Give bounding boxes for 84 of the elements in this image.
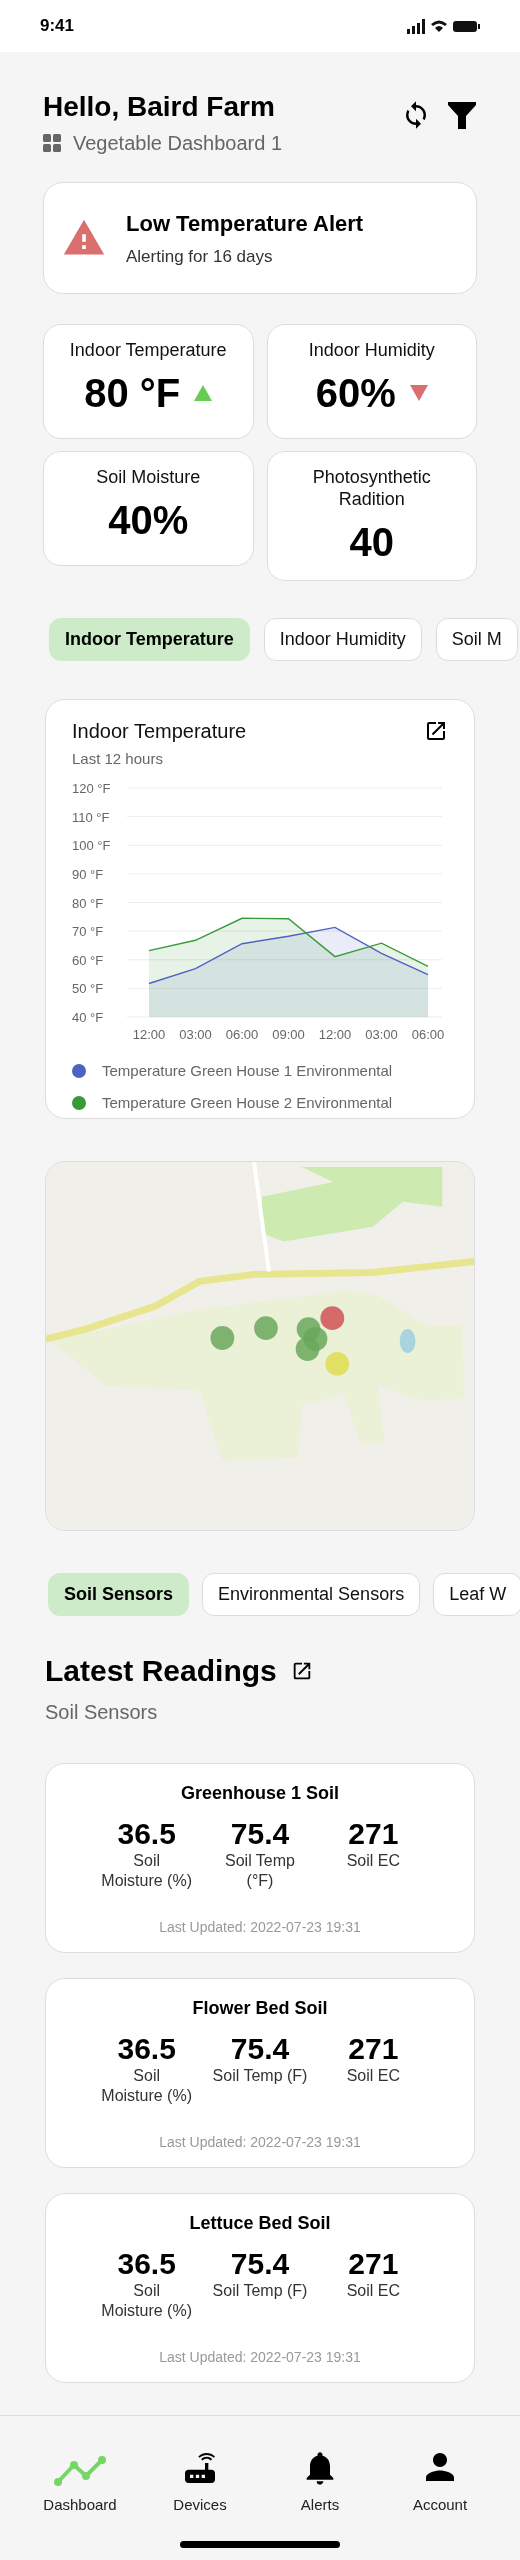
stat-label: Indoor Humidity bbox=[308, 339, 435, 361]
sensor-name: Flower Bed Soil bbox=[192, 1997, 328, 2020]
section-title: Latest Readings bbox=[45, 1653, 277, 1689]
stat-value: 40% bbox=[108, 498, 189, 542]
reading-label: Soil Moisture (%) bbox=[100, 1851, 193, 1891]
alert-card[interactable]: Low Temperature Alert Alerting for 16 days bbox=[43, 182, 477, 294]
axis-label: 12:00 bbox=[318, 1026, 352, 1042]
open-external-icon[interactable] bbox=[424, 719, 448, 743]
sensor-card[interactable]: Greenhouse 1 Soil 36.5 Soil Moisture (%) 75.4 Soil Temp (°F) 271 Soil EC Last Updated: 2022-07-23 19:31 bbox=[45, 1763, 475, 1953]
wifi-icon bbox=[431, 19, 447, 33]
reading-label: Soil EC bbox=[345, 2281, 401, 2301]
signal-icon bbox=[407, 18, 425, 34]
axis-label: 110 °F bbox=[72, 809, 110, 825]
dashboard-name: Vegetable Dashboard 1 bbox=[73, 131, 283, 156]
axis-label: 50 °F bbox=[72, 980, 104, 996]
reading-value: 271 bbox=[348, 2032, 399, 2066]
reading-label: Soil Temp (F) bbox=[212, 2281, 308, 2301]
stat-value: 40 bbox=[349, 520, 394, 564]
filter-button[interactable] bbox=[447, 100, 477, 130]
stat-value: 60% bbox=[315, 371, 396, 415]
axis-label: 06:00 bbox=[225, 1026, 259, 1042]
reading-label: Soil EC bbox=[345, 2066, 401, 2086]
stat-value: 80 °F bbox=[84, 371, 181, 415]
stat-card[interactable]: Photosynthetic Radition 40 bbox=[266, 451, 477, 581]
sensor-card[interactable]: Flower Bed Soil 36.5 Soil Moisture (%) 75.4 Soil Temp (F) 271 Soil EC Last Updated: 2022-07-23 19:31 bbox=[45, 1978, 475, 2168]
reading-value: 36.5 bbox=[117, 1817, 176, 1851]
nav-tab[interactable]: Devices bbox=[155, 2446, 245, 2517]
sensor-name: Greenhouse 1 Soil bbox=[180, 1782, 339, 1805]
legend-label: Temperature Green House 1 Environmental bbox=[102, 1060, 393, 1081]
alert-title: Low Temperature Alert bbox=[126, 209, 364, 238]
grid-icon bbox=[43, 134, 61, 152]
reading-label: Soil Moisture (%) bbox=[100, 2066, 193, 2106]
axis-label: 09:00 bbox=[272, 1026, 305, 1042]
filter-chip[interactable]: Environmental Sensors bbox=[202, 1573, 421, 1616]
reading-value: 36.5 bbox=[117, 2032, 176, 2066]
axis-label: 60 °F bbox=[72, 952, 104, 968]
stat-label: Photosynthetic Radition bbox=[311, 466, 432, 510]
axis-label: 03:00 bbox=[365, 1026, 398, 1042]
legend-label: Temperature Green House 2 Environmental bbox=[102, 1093, 393, 1113]
nav-tab[interactable]: Account bbox=[395, 2446, 485, 2517]
section-subtitle: Soil Sensors bbox=[45, 1700, 159, 1725]
stat-card[interactable]: Indoor Temperature 80 °F bbox=[43, 324, 254, 439]
filter-chip[interactable]: Soil M bbox=[435, 618, 518, 661]
alert-message: Alerting for 16 days bbox=[126, 245, 274, 268]
reading-value: 75.4 bbox=[230, 2032, 290, 2066]
axis-label: 40 °F bbox=[72, 1009, 104, 1025]
reading-value: 271 bbox=[348, 2247, 399, 2281]
chart-title: Indoor Temperature bbox=[72, 719, 247, 744]
filter-chip[interactable]: Indoor Temperature bbox=[49, 618, 250, 661]
last-updated: Last Updated: 2022-07-23 19:31 bbox=[159, 2348, 361, 2367]
filter-chip[interactable]: Indoor Humidity bbox=[263, 618, 422, 661]
stat-card[interactable]: Indoor Humidity 60% bbox=[266, 324, 477, 439]
stat-label: Soil Moisture bbox=[96, 466, 201, 488]
reading-value: 75.4 bbox=[230, 1817, 290, 1851]
trend-line-icon bbox=[53, 2454, 107, 2488]
nav-tab[interactable]: Dashboard bbox=[35, 2446, 125, 2517]
greeting-title: Hello, Baird Farm bbox=[43, 90, 276, 124]
axis-label: 12:00 bbox=[132, 1026, 166, 1042]
axis-label: 90 °F bbox=[72, 866, 104, 882]
reading-value: 36.5 bbox=[117, 2247, 176, 2281]
reading-value: 271 bbox=[348, 1817, 399, 1851]
reading-label: Soil Temp (°F) bbox=[224, 1851, 296, 1891]
filter-chip[interactable]: Leaf W bbox=[433, 1573, 520, 1616]
last-updated: Last Updated: 2022-07-23 19:31 bbox=[159, 2133, 361, 2152]
reading-label: Soil Moisture (%) bbox=[100, 2281, 193, 2321]
last-updated: Last Updated: 2022-07-23 19:31 bbox=[159, 1918, 361, 1937]
stat-card[interactable]: Soil Moisture 40% bbox=[43, 451, 254, 566]
axis-label: 70 °F bbox=[72, 923, 104, 939]
nav-tab[interactable]: Alerts bbox=[275, 2446, 365, 2517]
reading-label: Soil EC bbox=[345, 1851, 401, 1871]
chart-subtitle: Last 12 hours bbox=[72, 749, 164, 769]
sensor-name: Lettuce Bed Soil bbox=[189, 2212, 331, 2235]
axis-label: 100 °F bbox=[72, 837, 111, 853]
status-time: 9:41 bbox=[40, 15, 75, 38]
axis-label: 80 °F bbox=[72, 895, 104, 910]
battery-icon bbox=[453, 20, 480, 32]
sensor-card[interactable]: Lettuce Bed Soil 36.5 Soil Moisture (%) 75.4 Soil Temp (F) 271 Soil EC Last Updated: 2022-07-23 19:31 bbox=[45, 2193, 475, 2383]
axis-label: 06:00 bbox=[411, 1026, 445, 1042]
axis-label: 03:00 bbox=[179, 1026, 212, 1042]
reading-value: 75.4 bbox=[230, 2247, 290, 2281]
reading-label: Soil Temp (F) bbox=[212, 2066, 308, 2086]
stat-label: Indoor Temperature bbox=[69, 339, 227, 361]
axis-label: 120 °F bbox=[72, 780, 111, 796]
filter-chip[interactable]: Soil Sensors bbox=[48, 1573, 190, 1616]
